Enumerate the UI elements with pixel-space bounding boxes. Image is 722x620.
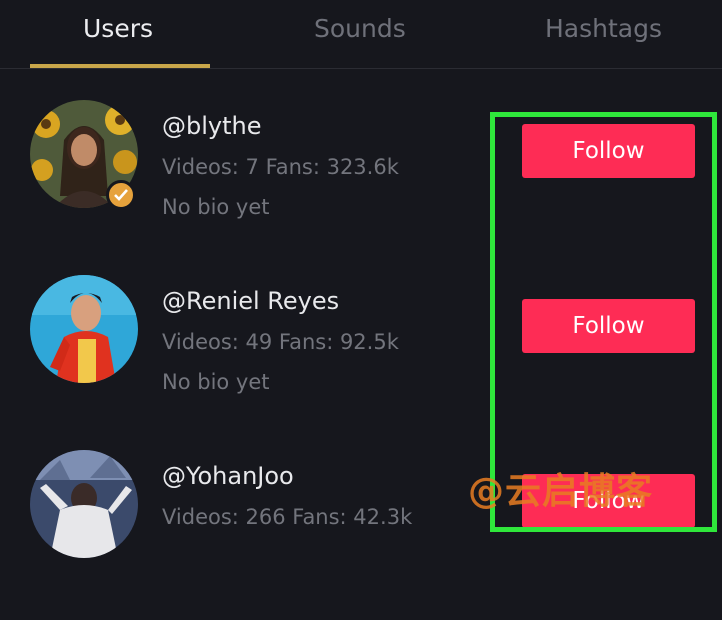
user-stats: Videos: 266 Fans: 42.3k bbox=[162, 505, 413, 529]
avatar[interactable] bbox=[30, 275, 138, 383]
watermark: @云启博客 bbox=[468, 471, 654, 512]
verified-badge-icon bbox=[106, 180, 136, 210]
user-bio: No bio yet bbox=[162, 195, 270, 219]
username[interactable]: @YohanJoo bbox=[162, 462, 294, 490]
user-bio: No bio yet bbox=[162, 370, 270, 394]
active-tab-indicator bbox=[30, 64, 210, 68]
search-tabs: Users Sounds Hashtags bbox=[0, 0, 722, 69]
user-stats: Videos: 7 Fans: 323.6k bbox=[162, 155, 399, 179]
user-stats: Videos: 49 Fans: 92.5k bbox=[162, 330, 399, 354]
username[interactable]: @Reniel Reyes bbox=[162, 287, 339, 315]
tab-hashtags[interactable]: Hashtags bbox=[545, 14, 662, 43]
avatar[interactable] bbox=[30, 450, 138, 558]
tab-users[interactable]: Users bbox=[83, 14, 153, 43]
username[interactable]: @blythe bbox=[162, 112, 262, 140]
tab-sounds[interactable]: Sounds bbox=[314, 14, 406, 43]
